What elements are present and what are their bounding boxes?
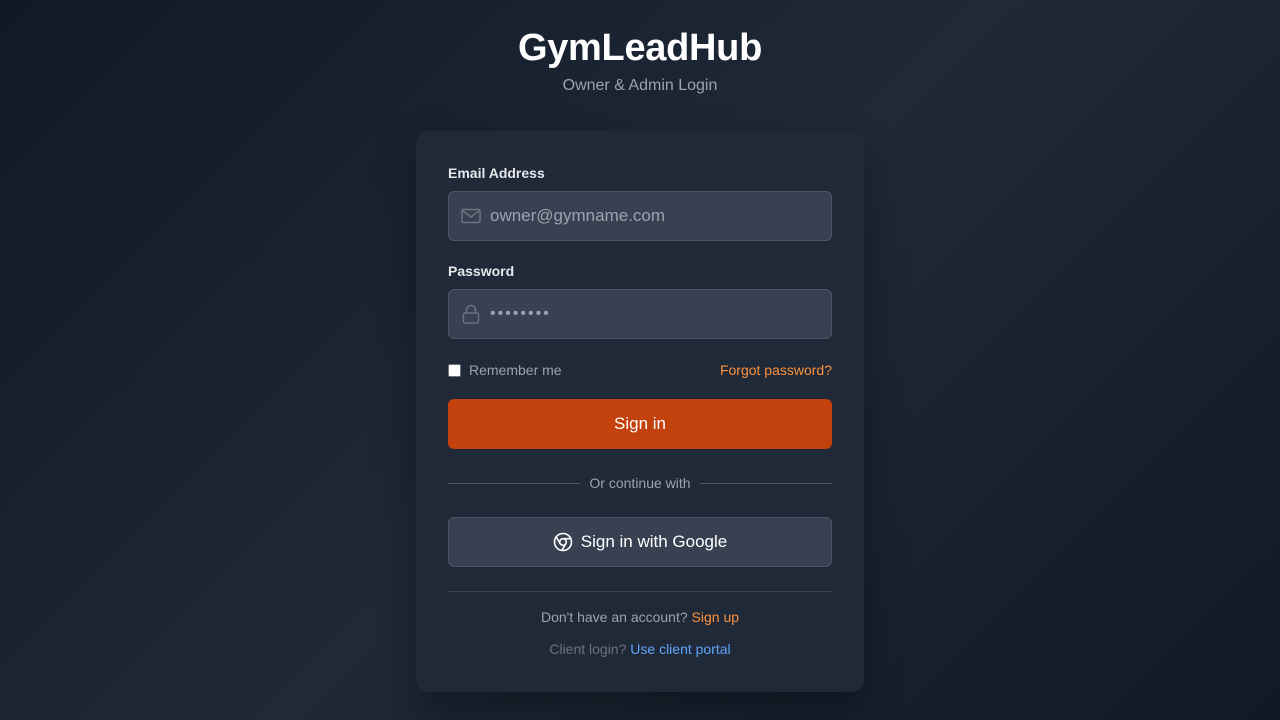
- client-portal-link[interactable]: Use client portal: [630, 641, 730, 657]
- google-sign-in-label: Sign in with Google: [580, 532, 728, 551]
- mail-icon: [461, 206, 481, 226]
- sign-in-button[interactable]: Sign in: [448, 399, 832, 449]
- password-input[interactable]: [490, 290, 831, 338]
- chrome-icon: [553, 532, 573, 552]
- divider-line-right: [699, 482, 833, 484]
- signup-row: Don't have an account? Sign up: [448, 609, 832, 625]
- app-subtitle: Owner & Admin Login: [562, 77, 718, 94]
- client-login-row: Client login? Use client portal: [448, 641, 832, 657]
- login-card: Email Address Password Remember me Forgo…: [416, 131, 864, 692]
- app-title: GymLeadHub: [517, 27, 763, 69]
- page-header: GymLeadHub Owner & Admin Login: [0, 26, 1280, 96]
- divider-line-left: [448, 482, 581, 484]
- client-login-prompt: Client login?: [549, 641, 627, 657]
- signup-prompt: Don't have an account?: [540, 609, 688, 625]
- password-label: Password: [448, 263, 515, 279]
- footer-separator: [448, 591, 832, 592]
- forgot-password-link[interactable]: Forgot password?: [720, 362, 832, 378]
- signup-link[interactable]: Sign up: [692, 609, 739, 625]
- options-row: Remember me Forgot password?: [448, 360, 832, 380]
- password-field[interactable]: [448, 289, 832, 339]
- lock-icon: [461, 304, 481, 324]
- divider: Or continue with: [448, 473, 833, 493]
- email-field[interactable]: [448, 191, 832, 241]
- email-input[interactable]: [490, 192, 831, 240]
- remember-label[interactable]: Remember me: [469, 362, 562, 378]
- email-label: Email Address: [448, 165, 545, 181]
- remember-me[interactable]: Remember me: [448, 362, 562, 378]
- google-sign-in-button[interactable]: Sign in with Google: [448, 517, 832, 567]
- remember-checkbox[interactable]: [448, 363, 461, 377]
- divider-text: Or continue with: [589, 475, 691, 491]
